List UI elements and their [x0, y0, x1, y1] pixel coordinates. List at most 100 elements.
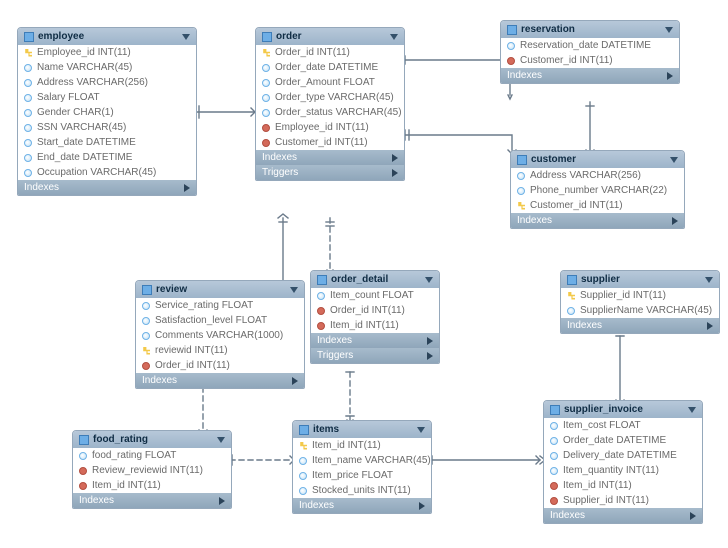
column[interactable]: Order_type VARCHAR(45): [256, 90, 404, 105]
column[interactable]: Order_status VARCHAR(45): [256, 105, 404, 120]
chevron-down-icon[interactable]: [665, 27, 673, 33]
chevron-down-icon[interactable]: [182, 34, 190, 40]
indexes-section[interactable]: Indexes: [511, 213, 684, 228]
column[interactable]: SupplierName VARCHAR(45): [561, 303, 719, 318]
triggers-section[interactable]: Triggers: [311, 348, 439, 363]
entity-header[interactable]: food_rating: [73, 431, 231, 448]
triggers-section[interactable]: Triggers: [256, 165, 404, 180]
column-label: Reservation_date DATETIME: [520, 40, 651, 51]
column-fk[interactable]: Item_id INT(11): [73, 478, 231, 493]
column[interactable]: Address VARCHAR(256): [511, 168, 684, 183]
indexes-section[interactable]: Indexes: [561, 318, 719, 333]
entity-header[interactable]: items: [293, 421, 431, 438]
entity-order[interactable]: orderOrder_id INT(11)Order_date DATETIME…: [255, 27, 405, 181]
column[interactable]: Name VARCHAR(45): [18, 60, 196, 75]
column[interactable]: Reservation_date DATETIME: [501, 38, 679, 53]
entity-customer[interactable]: customer Address VARCHAR(256)Phone_number…: [510, 150, 685, 229]
indexes-section[interactable]: Indexes: [293, 498, 431, 513]
column[interactable]: Stocked_units INT(11): [293, 483, 431, 498]
entity-reservation[interactable]: reservation Reservation_date DATETIME Cust…: [500, 20, 680, 84]
column-pk[interactable]: Order_id INT(11): [256, 45, 404, 60]
column-pk[interactable]: reviewid INT(11): [136, 343, 304, 358]
column-label: Salary FLOAT: [37, 92, 100, 103]
entity-header[interactable]: supplier_invoice: [544, 401, 702, 418]
column-fk[interactable]: Order_id INT(11): [136, 358, 304, 373]
column[interactable]: Phone_number VARCHAR(22): [511, 183, 684, 198]
chevron-down-icon[interactable]: [705, 277, 713, 283]
entity-employee[interactable]: employeeEmployee_id INT(11)Name VARCHAR(…: [17, 27, 197, 196]
column[interactable]: Delivery_date DATETIME: [544, 448, 702, 463]
chevron-right-icon: [392, 154, 398, 162]
column[interactable]: SSN VARCHAR(45): [18, 120, 196, 135]
entity-items[interactable]: itemsItem_id INT(11) Item_name VARCHAR(45…: [292, 420, 432, 514]
column[interactable]: Gender CHAR(1): [18, 105, 196, 120]
chevron-down-icon[interactable]: [670, 157, 678, 163]
indexes-section[interactable]: Indexes: [256, 150, 404, 165]
chevron-down-icon[interactable]: [417, 427, 425, 433]
column-fk[interactable]: Customer_id INT(11): [501, 53, 679, 68]
column[interactable]: Item_price FLOAT: [293, 468, 431, 483]
entity-food_rating[interactable]: food_rating food_rating FLOAT Review_revie…: [72, 430, 232, 509]
column-pk[interactable]: Customer_id INT(11): [511, 198, 684, 213]
column-label: food_rating FLOAT: [92, 450, 176, 461]
column[interactable]: Order_date DATETIME: [256, 60, 404, 75]
column[interactable]: Salary FLOAT: [18, 90, 196, 105]
entity-supplier[interactable]: supplierSupplier_id INT(11)SupplierName …: [560, 270, 720, 334]
entity-header[interactable]: customer: [511, 151, 684, 168]
column[interactable]: Satisfaction_level FLOAT: [136, 313, 304, 328]
entity-supplier_invoice[interactable]: supplier_invoiceItem_cost FLOATOrder_dat…: [543, 400, 703, 524]
entity-header[interactable]: supplier: [561, 271, 719, 288]
chevron-right-icon: [184, 184, 190, 192]
column[interactable]: Order_Amount FLOAT: [256, 75, 404, 90]
column-fk[interactable]: Employee_id INT(11): [256, 120, 404, 135]
column[interactable]: End_date DATETIME: [18, 150, 196, 165]
column[interactable]: Item_quantity INT(11): [544, 463, 702, 478]
column-label: Employee_id INT(11): [275, 122, 369, 133]
column[interactable]: Start_date DATETIME: [18, 135, 196, 150]
column[interactable]: Item_count FLOAT: [311, 288, 439, 303]
column-fk[interactable]: Item_id INT(11): [311, 318, 439, 333]
column-label: Address VARCHAR(256): [37, 77, 148, 88]
indexes-section[interactable]: Indexes: [311, 333, 439, 348]
column-label: Item_price FLOAT: [312, 470, 393, 481]
column-pk[interactable]: Item_id INT(11): [293, 438, 431, 453]
chevron-down-icon[interactable]: [290, 287, 298, 293]
entity-header[interactable]: employee: [18, 28, 196, 45]
column[interactable]: Comments VARCHAR(1000): [136, 328, 304, 343]
chevron-down-icon[interactable]: [425, 277, 433, 283]
field-icon: [24, 64, 32, 72]
chevron-down-icon[interactable]: [688, 407, 696, 413]
indexes-section[interactable]: Indexes: [18, 180, 196, 195]
chevron-down-icon[interactable]: [390, 34, 398, 40]
column[interactable]: food_rating FLOAT: [73, 448, 231, 463]
column-fk[interactable]: Supplier_id INT(11): [544, 493, 702, 508]
indexes-section[interactable]: Indexes: [136, 373, 304, 388]
entity-order_detail[interactable]: order_detailItem_count FLOATOrder_id INT…: [310, 270, 440, 364]
section-label: Indexes: [24, 182, 59, 193]
column[interactable]: Order_date DATETIME: [544, 433, 702, 448]
column-fk[interactable]: Item_id INT(11): [544, 478, 702, 493]
column-label: Start_date DATETIME: [37, 137, 136, 148]
column-pk[interactable]: Employee_id INT(11): [18, 45, 196, 60]
entity-header[interactable]: order_detail: [311, 271, 439, 288]
key-icon: [24, 49, 32, 57]
entity-review[interactable]: reviewService_rating FLOATSatisfaction_l…: [135, 280, 305, 389]
column-fk[interactable]: Order_id INT(11): [311, 303, 439, 318]
entity-header[interactable]: reservation: [501, 21, 679, 38]
column[interactable]: Item_cost FLOAT: [544, 418, 702, 433]
column-fk[interactable]: Review_reviewid INT(11): [73, 463, 231, 478]
indexes-section[interactable]: Indexes: [501, 68, 679, 83]
indexes-section[interactable]: Indexes: [73, 493, 231, 508]
column-fk[interactable]: Customer_id INT(11): [256, 135, 404, 150]
column-label: Item_name VARCHAR(45): [312, 455, 431, 466]
entity-header[interactable]: review: [136, 281, 304, 298]
column[interactable]: Occupation VARCHAR(45): [18, 165, 196, 180]
chevron-down-icon[interactable]: [217, 437, 225, 443]
entity-title: customer: [531, 154, 576, 165]
column[interactable]: Address VARCHAR(256): [18, 75, 196, 90]
indexes-section[interactable]: Indexes: [544, 508, 702, 523]
column-pk[interactable]: Supplier_id INT(11): [561, 288, 719, 303]
column[interactable]: Item_name VARCHAR(45): [293, 453, 431, 468]
entity-header[interactable]: order: [256, 28, 404, 45]
column[interactable]: Service_rating FLOAT: [136, 298, 304, 313]
